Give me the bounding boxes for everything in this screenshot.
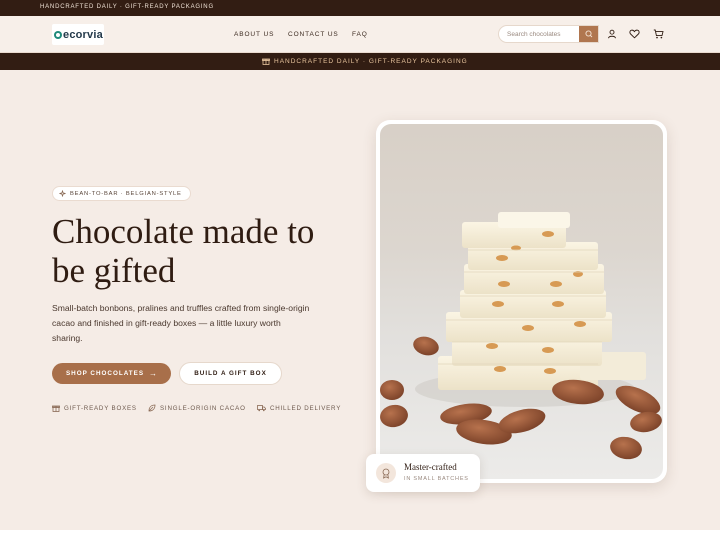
award-icon (382, 468, 390, 479)
hero-description: Small-batch bonbons, pralines and truffl… (52, 303, 310, 343)
wishlist-button[interactable] (628, 28, 640, 40)
promo-bar: Handcrafted daily · Gift-ready packaging (0, 53, 720, 70)
leaf-icon (148, 404, 156, 412)
sparkle-icon (59, 190, 66, 197)
arrow-right-icon: → (149, 369, 158, 378)
feature-single-origin: Single-origin cacao (148, 404, 246, 412)
feature-gift-ready: Gift-ready boxes (52, 404, 137, 412)
nav-about-us[interactable]: About us (234, 31, 274, 38)
search-icon (585, 30, 593, 38)
master-crafted-badge: Master-crafted In small batches (366, 454, 480, 492)
feature-label: Single-origin cacao (160, 404, 246, 412)
search-input[interactable] (499, 26, 579, 42)
gift-icon (262, 58, 270, 65)
build-gift-box-label: Build a gift box (194, 370, 267, 377)
promo-text: Handcrafted daily · Gift-ready packaging (274, 57, 468, 65)
feature-label: Gift-ready boxes (64, 404, 137, 412)
badge-subtitle: In small batches (404, 476, 469, 482)
hero-title-line-1: Chocolate made to (52, 212, 315, 251)
hero-pill: Bean-to-bar · Belgian-style (52, 186, 191, 201)
hero-title: Chocolate made to be gifted (52, 212, 352, 290)
hero-pill-text: Bean-to-bar · Belgian-style (70, 190, 182, 197)
cart-icon (653, 29, 664, 39)
nav-faq[interactable]: FAQ (352, 31, 368, 38)
search-button[interactable] (579, 26, 598, 42)
shop-chocolates-button[interactable]: Shop chocolates → (52, 363, 171, 384)
truck-icon (257, 405, 266, 412)
logo-mark-icon (54, 30, 62, 39)
next-section (0, 530, 720, 540)
site-header: ecorvia About us Contact us FAQ (0, 16, 720, 53)
nav-contact-us[interactable]: Contact us (288, 31, 339, 38)
hero-image-card (376, 120, 667, 483)
shop-chocolates-label: Shop chocolates (65, 370, 145, 377)
feature-chilled-delivery: Chilled delivery (257, 404, 341, 412)
announcement-text: Handcrafted daily · Gift-ready packaging (40, 4, 214, 10)
cart-button[interactable] (652, 28, 664, 40)
user-icon (608, 29, 616, 39)
badge-icon-wrapper (376, 463, 396, 483)
announcement-bar: Handcrafted daily · Gift-ready packaging (0, 0, 720, 16)
hero-title-line-2: be gifted (52, 251, 176, 290)
hero-image (380, 124, 663, 479)
search-box (498, 25, 599, 43)
account-button[interactable] (606, 28, 618, 40)
build-gift-box-button[interactable]: Build a gift box (179, 362, 282, 385)
white-chocolate-stack-image (380, 124, 663, 479)
logo[interactable]: ecorvia (52, 24, 104, 45)
logo-text: ecorvia (63, 28, 103, 41)
heart-icon (628, 29, 640, 39)
feature-label: Chilled delivery (270, 404, 342, 412)
gift-icon (52, 405, 60, 412)
badge-title: Master-crafted (404, 462, 457, 472)
